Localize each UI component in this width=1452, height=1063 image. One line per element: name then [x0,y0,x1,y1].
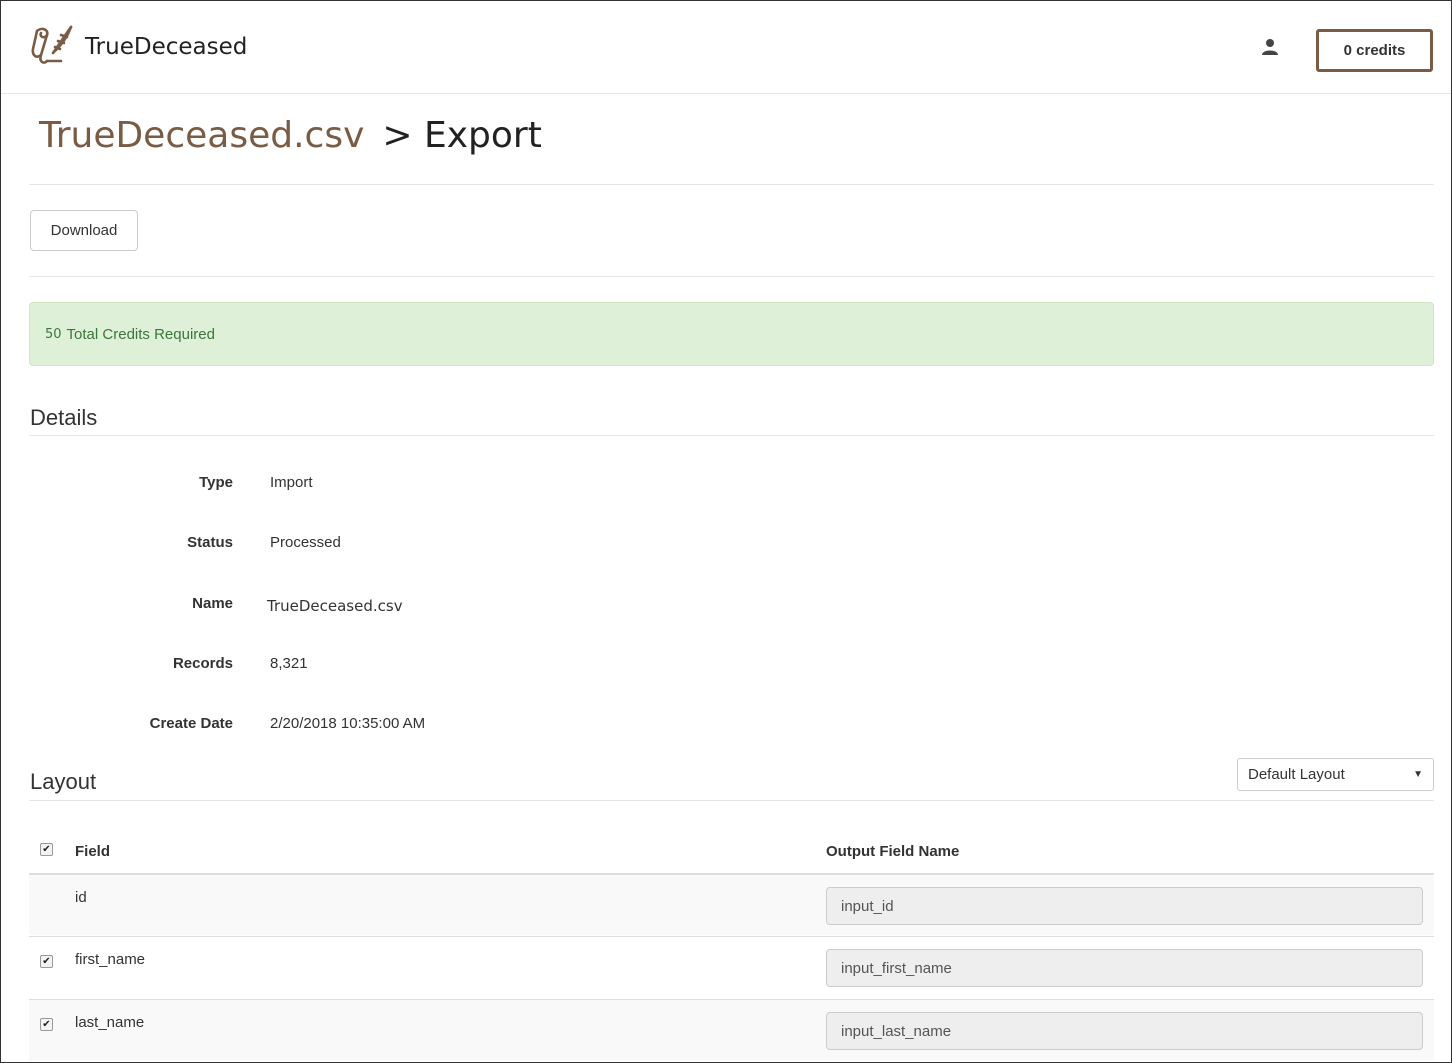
divider [29,800,1434,801]
page-title-section: > Export [382,115,542,156]
column-header-output-field-name: Output Field Name [826,843,960,860]
select-all-checkbox[interactable]: ✔ [40,843,53,856]
detail-value-type: Import [270,474,313,491]
page-title-file[interactable]: TrueDeceased.csv [39,115,364,156]
detail-value-status: Processed [270,534,341,551]
table-row: ✔ last_name input_last_name [29,999,1434,1061]
layout-select-value: Default Layout [1248,766,1345,783]
output-field-input[interactable]: input_last_name [826,1012,1423,1050]
scroll-quill-logo-icon [31,25,73,64]
detail-value-create-date: 2/20/2018 10:35:00 AM [270,715,426,732]
brand[interactable]: TrueDeceased [31,23,247,71]
credits-required-alert: 50 Total Credits Required [29,302,1434,366]
row-checkbox[interactable]: ✔ [40,955,53,968]
divider [29,276,1434,277]
detail-label-name: Name [192,595,233,612]
detail-label-type: Type [199,474,233,491]
divider [29,184,1434,185]
page-title: TrueDeceased.csv > Export [39,115,542,156]
navbar: TrueDeceased 0 credits [1,1,1451,94]
field-name: first_name [75,951,146,968]
output-field-input[interactable]: input_id [826,887,1423,925]
download-button[interactable]: Download [30,210,138,251]
user-icon[interactable] [1261,38,1279,56]
credits-button[interactable]: 0 credits [1316,29,1433,72]
table-row: id input_id [29,873,1434,935]
credits-required-text: Total Credits Required [66,325,215,343]
detail-value-name: TrueDeceased.csv [267,597,403,615]
layout-select[interactable]: Default Layout ▼ [1237,758,1434,791]
layout-heading: Layout [30,769,97,794]
divider [29,435,1434,436]
field-name: last_name [75,1014,145,1031]
table-row: ✔ first_name input_first_name [29,936,1434,998]
brand-name: TrueDeceased [85,34,248,60]
details-heading: Details [30,405,98,430]
caret-down-icon: ▼ [1413,769,1423,780]
credits-required-count: 50 [45,326,62,342]
row-checkbox[interactable]: ✔ [40,1018,53,1031]
field-name: id [75,889,87,906]
column-header-field: Field [75,843,111,860]
detail-value-records: 8,321 [270,655,308,672]
output-field-input[interactable]: input_first_name [826,949,1423,987]
detail-label-create-date: Create Date [149,715,233,732]
detail-label-records: Records [172,655,233,672]
detail-label-status: Status [187,534,233,551]
